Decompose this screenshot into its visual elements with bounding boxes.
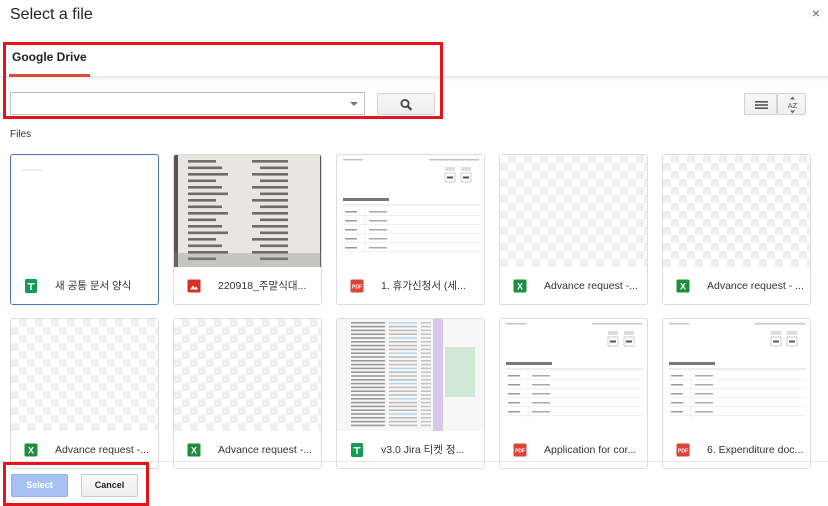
search-icon bbox=[400, 99, 412, 111]
files-label: Files bbox=[10, 129, 32, 140]
sort-button[interactable]: AZ bbox=[777, 93, 806, 115]
dialog-title: Select a file bbox=[10, 6, 93, 23]
svg-text:X: X bbox=[28, 446, 34, 456]
tab-bar-shadow bbox=[0, 76, 828, 81]
google-sheets-icon bbox=[350, 443, 364, 457]
file-caption: PDF 1. 휴가신청서 (세... bbox=[337, 267, 484, 304]
excel-file-icon: X bbox=[676, 279, 690, 293]
file-name: v3.0 Jira 티켓 정... bbox=[381, 444, 465, 456]
file-name: Advance request - ... bbox=[707, 280, 804, 292]
file-thumbnail bbox=[663, 319, 810, 431]
file-name: Advance request -... bbox=[218, 444, 312, 456]
search-button[interactable] bbox=[377, 93, 435, 115]
select-button[interactable]: Select bbox=[11, 474, 68, 497]
sort-az-icon: AZ bbox=[788, 96, 798, 114]
file-caption: 새 공통 문서 양식 bbox=[11, 267, 158, 304]
file-tile[interactable]: X Advance request - ... bbox=[662, 154, 811, 305]
file-tile[interactable]: PDF 6. Expenditure doc... bbox=[662, 318, 811, 469]
svg-text:PDF: PDF bbox=[515, 449, 525, 455]
file-tile[interactable]: X Advance request -... bbox=[499, 154, 648, 305]
pdf-file-icon: PDF bbox=[350, 279, 364, 293]
excel-file-icon: X bbox=[513, 279, 527, 293]
search-box bbox=[10, 92, 365, 115]
file-thumbnail bbox=[500, 155, 647, 267]
file-caption: 220918_주말식대... bbox=[174, 267, 321, 304]
tab-bar bbox=[0, 44, 828, 77]
file-thumbnail bbox=[500, 319, 647, 431]
file-thumbnail bbox=[337, 155, 484, 267]
pdf-file-icon: PDF bbox=[513, 443, 527, 457]
file-name: 220918_주말식대... bbox=[218, 280, 307, 292]
file-tile[interactable]: 새 공통 문서 양식 bbox=[10, 154, 159, 305]
svg-text:X: X bbox=[517, 282, 523, 292]
chevron-down-icon[interactable] bbox=[350, 102, 358, 106]
close-icon[interactable]: × bbox=[810, 6, 822, 20]
file-caption: PDF Application for cor... bbox=[500, 431, 647, 468]
file-caption: X Advance request - ... bbox=[663, 267, 810, 304]
file-tile[interactable]: 220918_주말식대... bbox=[173, 154, 322, 305]
file-thumbnail bbox=[174, 155, 321, 267]
cancel-button[interactable]: Cancel bbox=[81, 474, 138, 497]
file-thumbnail bbox=[337, 319, 484, 431]
file-tile[interactable]: X Advance request -... bbox=[10, 318, 159, 469]
file-tile[interactable]: X Advance request -... bbox=[173, 318, 322, 469]
svg-text:AZ: AZ bbox=[788, 102, 798, 110]
file-thumbnail bbox=[174, 319, 321, 431]
file-name: Application for cor... bbox=[544, 444, 637, 456]
google-sheets-icon bbox=[24, 279, 38, 293]
file-thumbnail bbox=[663, 155, 810, 267]
file-name: Advance request -... bbox=[544, 280, 638, 292]
svg-text:PDF: PDF bbox=[678, 449, 688, 455]
svg-text:X: X bbox=[191, 446, 197, 456]
svg-text:X: X bbox=[680, 282, 686, 292]
file-caption: v3.0 Jira 티켓 정... bbox=[337, 431, 484, 468]
file-caption: X Advance request -... bbox=[174, 431, 321, 468]
list-view-icon bbox=[755, 101, 768, 109]
file-thumbnail bbox=[11, 319, 158, 431]
file-tile[interactable]: v3.0 Jira 티켓 정... bbox=[336, 318, 485, 469]
pdf-file-icon: PDF bbox=[676, 443, 690, 457]
svg-text:PDF: PDF bbox=[352, 285, 362, 291]
file-tile[interactable]: PDF 1. 휴가신청서 (세... bbox=[336, 154, 485, 305]
file-tile[interactable]: PDF Application for cor... bbox=[499, 318, 648, 469]
file-caption: X Advance request -... bbox=[500, 267, 647, 304]
file-name: 1. 휴가신청서 (세... bbox=[381, 280, 466, 292]
file-name: 새 공통 문서 양식 bbox=[55, 280, 132, 292]
tab-google-drive[interactable]: Google Drive bbox=[9, 49, 90, 77]
footer-divider bbox=[0, 461, 828, 462]
file-caption: X Advance request -... bbox=[11, 431, 158, 468]
file-name: 6. Expenditure doc... bbox=[707, 444, 804, 456]
excel-file-icon: X bbox=[187, 443, 201, 457]
file-caption: PDF 6. Expenditure doc... bbox=[663, 431, 810, 468]
image-file-icon bbox=[187, 279, 201, 293]
search-input[interactable] bbox=[11, 93, 341, 114]
file-name: Advance request -... bbox=[55, 444, 149, 456]
excel-file-icon: X bbox=[24, 443, 38, 457]
file-thumbnail bbox=[11, 155, 158, 267]
view-list-button[interactable] bbox=[744, 93, 777, 115]
file-grid: 새 공통 문서 양식 220918_주말식대... PDF 1. 휴가신청서 (세..… bbox=[10, 154, 828, 469]
